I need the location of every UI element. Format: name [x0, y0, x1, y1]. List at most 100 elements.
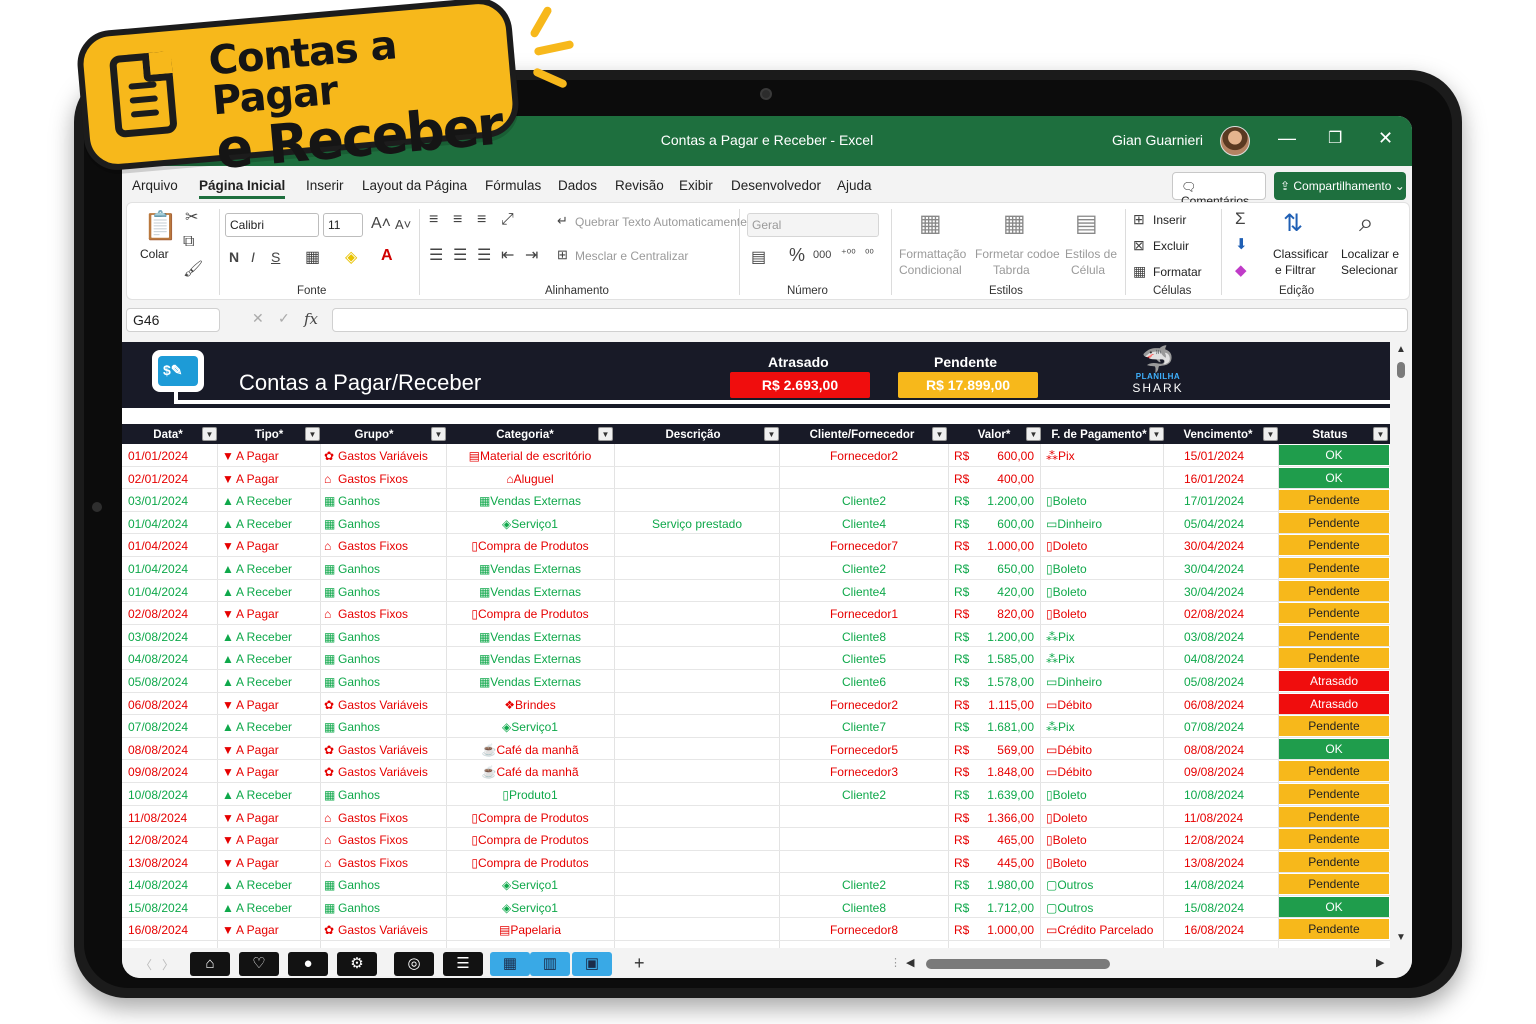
cell-tipo[interactable]: A Receber: [236, 630, 292, 644]
cell-pagamento[interactable]: ▯Doleto: [1046, 811, 1087, 825]
cell-styles-icon[interactable]: ▤: [1075, 209, 1098, 238]
align-right-icon[interactable]: ☰: [477, 245, 491, 265]
clipboard-icon[interactable]: 📋: [143, 209, 178, 242]
table-row[interactable]: 05/08/2024 ▲ A Receber ▦ Ganhos ▦Vendas Exter…: [122, 670, 1390, 693]
cell-grupo[interactable]: Ganhos: [338, 494, 380, 508]
cell-categoria[interactable]: ◈Serviço1: [448, 878, 612, 892]
cell-cliente[interactable]: Fornecedor7: [782, 539, 946, 553]
decrease-indent-icon[interactable]: ⇤: [501, 245, 514, 265]
table-row[interactable]: 02/08/2024 ▼ A Pagar ⌂ Gastos Fixos ▯Compra d…: [122, 602, 1390, 625]
cell-tipo[interactable]: A Receber: [236, 788, 292, 802]
cell-pagamento[interactable]: ⁂Pix: [1046, 630, 1075, 644]
table-row[interactable]: 13/08/2024 ▼ A Pagar ⌂ Gastos Fixos ▯Compra d…: [122, 851, 1390, 874]
cell-data[interactable]: 15/08/2024: [128, 901, 188, 915]
cell-cliente[interactable]: Cliente6: [782, 675, 946, 689]
cell-cliente[interactable]: Fornecedor8: [782, 923, 946, 937]
cell-grupo[interactable]: Ganhos: [338, 517, 380, 531]
filter-dropdown-icon[interactable]: ▼: [431, 427, 446, 441]
cell-vencimento[interactable]: 12/08/2024: [1184, 833, 1244, 847]
table-row[interactable]: 01/04/2024 ▼ A Pagar ⌂ Gastos Fixos ▯Compra d…: [122, 534, 1390, 557]
delete-cells-button[interactable]: Excluir: [1153, 239, 1189, 253]
cell-data[interactable]: 14/08/2024: [128, 878, 188, 892]
cell-categoria[interactable]: ▦Vendas Externas: [448, 585, 612, 599]
status-badge[interactable]: Pendente: [1279, 806, 1389, 827]
cell-vencimento[interactable]: 17/01/2024: [1184, 494, 1244, 508]
cell-categoria[interactable]: ◈Serviço1: [448, 720, 612, 734]
cell-vencimento[interactable]: 15/01/2024: [1184, 449, 1244, 463]
table-row[interactable]: 03/01/2024 ▲ A Receber ▦ Ganhos ▦Vendas Exter…: [122, 489, 1390, 512]
filter-dropdown-icon[interactable]: ▼: [1263, 427, 1278, 441]
cell-categoria[interactable]: ▯Compra de Produtos: [448, 539, 612, 553]
filter-dropdown-icon[interactable]: ▼: [932, 427, 947, 441]
cell-categoria[interactable]: ▯Compra de Produtos: [448, 833, 612, 847]
find-select-label-2[interactable]: Selecionar: [1341, 263, 1398, 277]
cell-pagamento[interactable]: ▯Doleto: [1046, 539, 1087, 553]
number-format-select[interactable]: Geral: [747, 213, 879, 237]
cell-cliente[interactable]: Fornecedor3: [782, 765, 946, 779]
cell-categoria[interactable]: ▦Vendas Externas: [448, 652, 612, 666]
currency-icon[interactable]: ▤: [751, 247, 766, 267]
sort-filter-icon[interactable]: ⇅: [1283, 209, 1303, 238]
cell-data[interactable]: 11/08/2024: [128, 811, 187, 825]
cell-valor[interactable]: 600,00: [974, 449, 1034, 463]
status-badge[interactable]: Pendente: [1279, 557, 1389, 578]
status-badge[interactable]: OK: [1279, 738, 1389, 759]
cell-pagamento[interactable]: ▢Outros: [1046, 878, 1093, 892]
cell-vencimento[interactable]: 15/08/2024: [1184, 901, 1244, 915]
cell-data[interactable]: 07/08/2024: [128, 720, 188, 734]
status-badge[interactable]: Pendente: [1279, 512, 1389, 533]
merge-icon[interactable]: ⊞: [557, 247, 568, 263]
cell-data[interactable]: 09/08/2024: [128, 765, 188, 779]
cell-data[interactable]: 01/04/2024: [128, 585, 188, 599]
cell-valor[interactable]: 600,00: [974, 517, 1034, 531]
cell-vencimento[interactable]: 09/08/2024: [1184, 765, 1244, 779]
cell-valor[interactable]: 1.200,00: [974, 494, 1034, 508]
cell-cliente[interactable]: Cliente2: [782, 494, 946, 508]
cell-categoria[interactable]: ◈Serviço1: [448, 517, 612, 531]
status-badge[interactable]: OK: [1279, 467, 1389, 488]
cell-vencimento[interactable]: 06/08/2024: [1184, 698, 1244, 712]
cell-data[interactable]: 13/08/2024: [128, 856, 188, 870]
format-cells-icon[interactable]: ▦: [1133, 263, 1146, 280]
dashboard-icon[interactable]: ▣: [572, 952, 612, 976]
font-name-select[interactable]: Calibri: [225, 213, 319, 237]
cell-grupo[interactable]: Gastos Fixos: [338, 811, 408, 825]
table-row[interactable]: 01/04/2024 ▲ A Receber ▦ Ganhos ▦Vendas Exter…: [122, 557, 1390, 580]
filter-dropdown-icon[interactable]: ▼: [764, 427, 779, 441]
cell-categoria[interactable]: ▯Compra de Produtos: [448, 607, 612, 621]
cell-categoria[interactable]: ❖Brindes: [448, 698, 612, 712]
cell-tipo[interactable]: A Pagar: [236, 743, 279, 757]
table-format-label-2[interactable]: Tabrda: [993, 263, 1030, 277]
status-badge[interactable]: Pendente: [1279, 783, 1389, 804]
cell-pagamento[interactable]: ▭Crédito Parcelado: [1046, 923, 1153, 937]
cell-styles-label-2[interactable]: Célula: [1071, 263, 1105, 277]
fill-icon[interactable]: ⬇: [1235, 235, 1248, 253]
conditional-format-label-1[interactable]: Formattação: [899, 247, 966, 261]
thousands-icon[interactable]: 000: [813, 249, 831, 261]
table-row[interactable]: 12/08/2024 ▼ A Pagar ⌂ Gastos Fixos ▯Compra d…: [122, 828, 1390, 851]
table-row[interactable]: 04/08/2024 ▲ A Receber ▦ Ganhos ▦Vendas Exter…: [122, 647, 1390, 670]
status-badge[interactable]: Atrasado: [1279, 693, 1389, 714]
cell-tipo[interactable]: A Receber: [236, 652, 292, 666]
cell-pagamento[interactable]: ⁂Pix: [1046, 652, 1075, 666]
table-row[interactable]: 08/08/2024 ▼ A Pagar ✿ Gastos Variáveis ☕Café…: [122, 738, 1390, 761]
status-badge[interactable]: Atrasado: [1279, 670, 1389, 691]
cell-valor[interactable]: 1.578,00: [974, 675, 1034, 689]
underline-button[interactable]: S: [271, 249, 280, 265]
cell-vencimento[interactable]: 14/08/2024: [1184, 878, 1244, 892]
list-icon[interactable]: ☰: [443, 952, 483, 976]
cell-pagamento[interactable]: ▭Débito: [1046, 743, 1092, 757]
cell-valor[interactable]: 1.115,00: [974, 698, 1034, 712]
cell-pagamento[interactable]: ⁂Pix: [1046, 720, 1075, 734]
wrap-text-button[interactable]: Quebrar Texto Automaticamente: [575, 215, 747, 229]
table-format-icon[interactable]: ▦: [1003, 209, 1026, 238]
cell-cliente[interactable]: Cliente4: [782, 517, 946, 531]
status-badge[interactable]: OK: [1279, 445, 1389, 465]
cell-tipo[interactable]: A Pagar: [236, 607, 279, 621]
filter-dropdown-icon[interactable]: ▼: [1373, 427, 1388, 441]
cell-tipo[interactable]: A Receber: [236, 901, 292, 915]
sort-filter-label-2[interactable]: e Filtrar: [1275, 263, 1316, 277]
align-middle-icon[interactable]: ≡: [453, 211, 462, 229]
cell-pagamento[interactable]: ▭Débito: [1046, 698, 1092, 712]
cell-valor[interactable]: 1.585,00: [974, 652, 1034, 666]
